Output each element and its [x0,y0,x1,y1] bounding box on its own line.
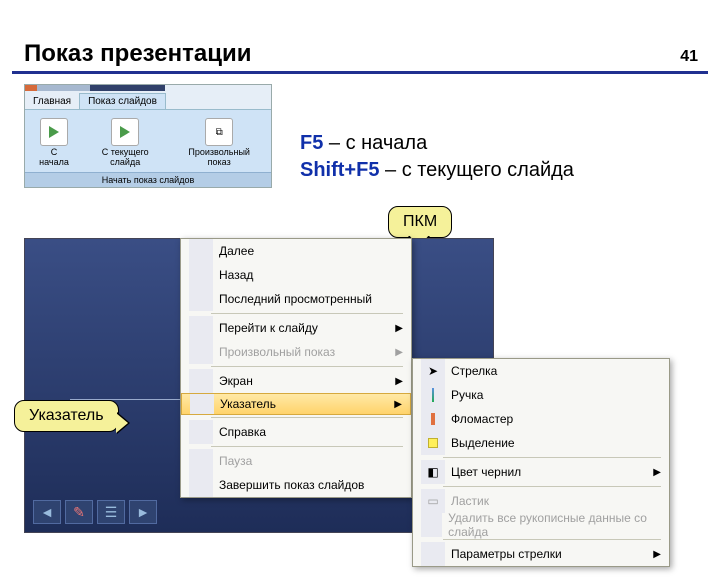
submenu-item[interactable]: ➤Стрелка [413,359,669,383]
key-f5: F5 [300,132,323,154]
ribbon: Главная Показ слайдов С начала С текущег… [24,84,272,188]
nav-menu-button[interactable]: ☰ [97,500,125,524]
submenu-item: Удалить все рукописные данные со слайда [413,513,669,537]
from-start-icon [40,118,68,146]
preview-nav-buttons: ◄ ✎ ☰ ► [33,500,157,524]
context-menu-item[interactable]: Справка [181,420,411,444]
context-menu: ДалееНазадПоследний просмотренный Перейти… [180,238,412,498]
page-number: 41 [680,48,698,66]
tab-main[interactable]: Главная [25,94,79,109]
context-menu-item[interactable]: Последний просмотренный [181,287,411,311]
submenu-item[interactable]: Выделение [413,431,669,455]
nav-prev-button[interactable]: ◄ [33,500,61,524]
context-menu-item[interactable]: Завершить показ слайдов [181,473,411,497]
ribbon-tabs: Главная Показ слайдов [25,91,271,109]
callout-rmb: ПКМ [388,206,452,238]
context-menu-item: Пауза [181,449,411,473]
pointer-submenu: ➤СтрелкаРучкаФломастерВыделение ◧Цвет чер… [412,358,670,567]
ribbon-group-label: Начать показ слайдов [25,172,271,187]
context-menu-item[interactable]: Назад [181,263,411,287]
nav-next-button[interactable]: ► [129,500,157,524]
shortcut-explanation: F5 – с начала Shift+F5 – с текущего слай… [300,130,574,184]
custom-show-icon: ⧉ [205,118,233,146]
from-start-button[interactable]: С начала [31,116,77,170]
nav-pen-button[interactable]: ✎ [65,500,93,524]
context-menu-item[interactable]: Экран▶ [181,369,411,393]
callout-pointer: Указатель [14,400,119,432]
page-title: Показ презентации [24,40,720,68]
context-menu-item[interactable]: Указатель▶ [181,393,411,415]
from-current-label: С текущего слайда [87,148,163,168]
tab-slideshow[interactable]: Показ слайдов [79,93,166,109]
title-divider [12,71,708,74]
custom-show-label: Произвольный показ [177,148,261,168]
custom-show-button[interactable]: ⧉ Произвольный показ [173,116,265,170]
submenu-item[interactable]: Параметры стрелки▶ [413,542,669,566]
submenu-item[interactable]: ◧Цвет чернил▶ [413,460,669,484]
key-shift-f5: Shift+F5 [300,159,379,181]
from-current-icon [111,118,139,146]
submenu-item[interactable]: Ручка [413,383,669,407]
context-menu-item[interactable]: Далее [181,239,411,263]
from-current-button[interactable]: С текущего слайда [83,116,167,170]
from-start-label: С начала [35,148,73,168]
context-menu-item: Произвольный показ▶ [181,340,411,364]
submenu-item[interactable]: Фломастер [413,407,669,431]
submenu-item: ▭Ластик [413,489,669,513]
context-menu-item[interactable]: Перейти к слайду▶ [181,316,411,340]
